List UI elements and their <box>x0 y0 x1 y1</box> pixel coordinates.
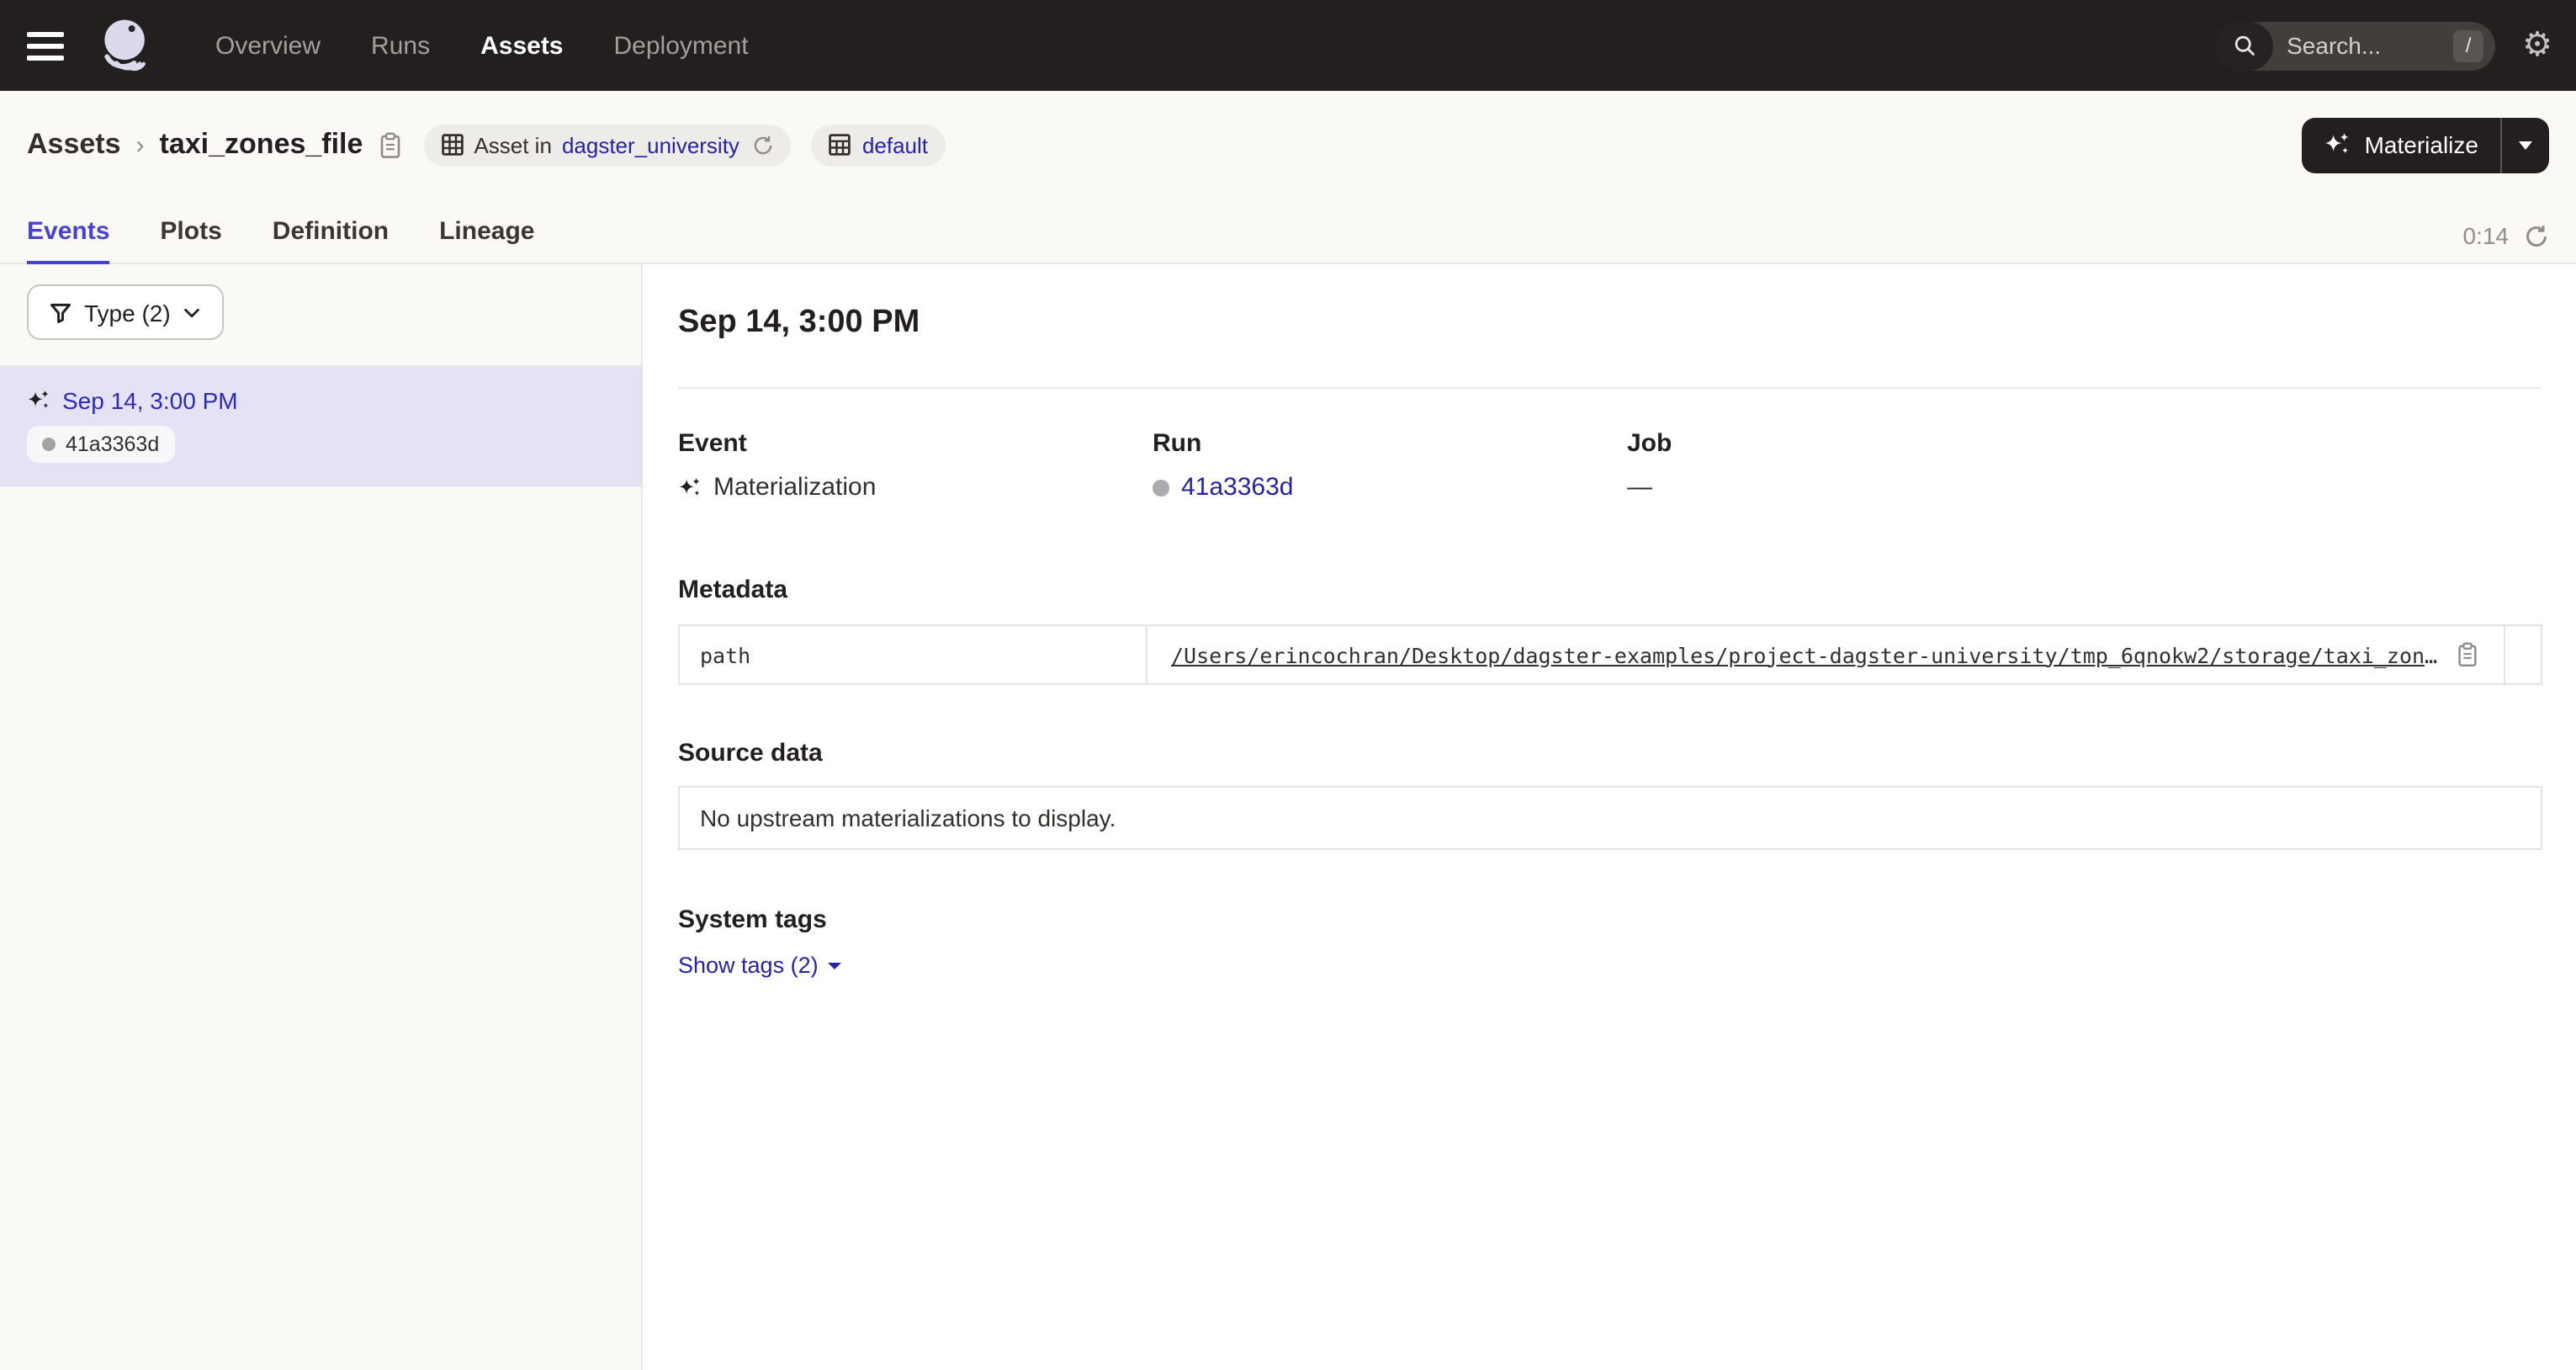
caret-down-icon <box>2519 141 2532 149</box>
metadata-path-link[interactable]: /Users/erincochran/Desktop/dagster-examp… <box>1171 642 2441 667</box>
search-icon <box>2216 21 2273 70</box>
run-status-dot <box>1153 479 1169 496</box>
chevron-down-icon <box>183 302 203 322</box>
event-label: Event <box>678 429 1153 458</box>
run-id-link[interactable]: 41a3363d <box>1181 473 1294 502</box>
metadata-heading: Metadata <box>678 576 2541 604</box>
divider <box>678 387 2541 389</box>
asset-group-icon <box>829 133 852 157</box>
asset-tabs: Events Plots Definition Lineage 0:14 <box>0 199 2576 264</box>
global-search[interactable]: / <box>2216 21 2495 70</box>
job-empty-value: — <box>1627 473 1652 502</box>
event-detail-panel: Sep 14, 3:00 PM Event Materialization <box>643 264 2576 1370</box>
top-nav: Overview Runs Assets Deployment / ⚙ <box>0 0 2576 91</box>
filter-icon <box>49 300 72 324</box>
clipboard-icon[interactable] <box>2455 641 2480 668</box>
tab-events[interactable]: Events <box>27 217 109 263</box>
materialize-dropdown-button[interactable] <box>2500 117 2549 173</box>
show-tags-toggle[interactable]: Show tags (2) <box>678 953 842 978</box>
dagster-asset-events-page: Overview Runs Assets Deployment / ⚙ Asse… <box>0 0 2576 1370</box>
sparkle-icon <box>2324 131 2351 158</box>
content-area: Type (2) Sep 14, 3:00 PM 41a3363d <box>0 264 2576 1370</box>
event-run-job-row: Event Materialization Run 41a33 <box>678 429 2541 502</box>
type-filter-label: Type (2) <box>84 299 171 326</box>
group-link[interactable]: default <box>862 132 928 157</box>
primary-nav: Overview Runs Assets Deployment <box>215 31 749 60</box>
tab-definition[interactable]: Definition <box>273 217 389 263</box>
type-filter-button[interactable]: Type (2) <box>27 284 225 340</box>
source-data-heading: Source data <box>678 739 2541 767</box>
system-tags-heading: System tags <box>678 905 2541 934</box>
source-data-empty-state: No upstream materializations to display. <box>678 786 2542 850</box>
event-timestamp-link[interactable]: Sep 14, 3:00 PM <box>62 387 238 414</box>
event-detail-title: Sep 14, 3:00 PM <box>678 305 2541 342</box>
clipboard-icon[interactable] <box>376 130 403 159</box>
job-column: Job — <box>1627 429 2102 502</box>
nav-item-overview[interactable]: Overview <box>215 31 321 60</box>
event-type-value: Materialization <box>713 473 876 502</box>
sparkle-icon <box>27 389 50 412</box>
sparkle-icon <box>678 475 702 499</box>
table-grid-icon <box>440 133 464 157</box>
gear-icon[interactable]: ⚙ <box>2522 29 2552 62</box>
refresh-icon[interactable] <box>2524 223 2549 248</box>
search-input[interactable] <box>2273 32 2453 59</box>
metadata-end-cell <box>2505 626 2541 683</box>
tab-plots[interactable]: Plots <box>160 217 221 263</box>
run-label: Run <box>1153 429 1627 458</box>
system-tags-section: System tags Show tags (2) <box>678 905 2541 981</box>
search-shortcut-key: / <box>2453 29 2483 61</box>
refresh-countdown: 0:14 <box>2463 222 2510 249</box>
materialize-button[interactable]: Materialize <box>2303 117 2500 173</box>
breadcrumb-assets[interactable]: Assets <box>27 128 121 162</box>
run-column: Run 41a3363d <box>1153 429 1627 502</box>
group-pill: default <box>812 124 945 166</box>
event-list-item-selected[interactable]: Sep 14, 3:00 PM 41a3363d <box>0 367 641 486</box>
event-column: Event Materialization <box>678 429 1153 502</box>
dagster-logo-icon[interactable] <box>94 13 158 77</box>
metadata-value-cell: /Users/erincochran/Desktop/dagster-examp… <box>1148 626 2505 683</box>
materialize-label: Materialize <box>2365 131 2478 158</box>
metadata-table: path /Users/erincochran/Desktop/dagster-… <box>678 624 2542 685</box>
hamburger-menu-icon[interactable] <box>27 24 64 66</box>
code-location-link[interactable]: dagster_university <box>562 132 739 157</box>
breadcrumb-separator: › <box>136 130 145 159</box>
run-id-badge: 41a3363d <box>27 426 174 463</box>
source-data-section: Source data No upstream materializations… <box>678 739 2541 850</box>
events-sidebar: Type (2) Sep 14, 3:00 PM 41a3363d <box>0 264 643 1370</box>
metadata-section: Metadata path /Users/erincochran/Desktop… <box>678 576 2541 685</box>
asset-header: Assets › taxi_zones_file Asset in dagste… <box>0 91 2576 199</box>
nav-item-runs[interactable]: Runs <box>371 31 430 60</box>
materialize-split-button: Materialize <box>2303 117 2549 173</box>
show-tags-label: Show tags (2) <box>678 953 819 978</box>
nav-item-deployment[interactable]: Deployment <box>614 31 749 60</box>
job-label: Job <box>1627 429 2102 458</box>
nav-right: / ⚙ <box>2216 21 2552 70</box>
code-location-pill: Asset in dagster_university <box>423 124 792 166</box>
run-id-label: 41a3363d <box>66 433 159 456</box>
caret-down-icon <box>829 962 842 969</box>
asset-in-label: Asset in <box>474 132 552 157</box>
page-title: taxi_zones_file <box>160 128 363 162</box>
tab-lineage[interactable]: Lineage <box>439 217 534 263</box>
nav-item-assets[interactable]: Assets <box>480 31 563 60</box>
run-status-dot <box>42 438 56 451</box>
filter-bar: Type (2) <box>0 264 641 367</box>
metadata-key-cell: path <box>680 626 1148 683</box>
refresh-icon[interactable] <box>753 134 775 156</box>
